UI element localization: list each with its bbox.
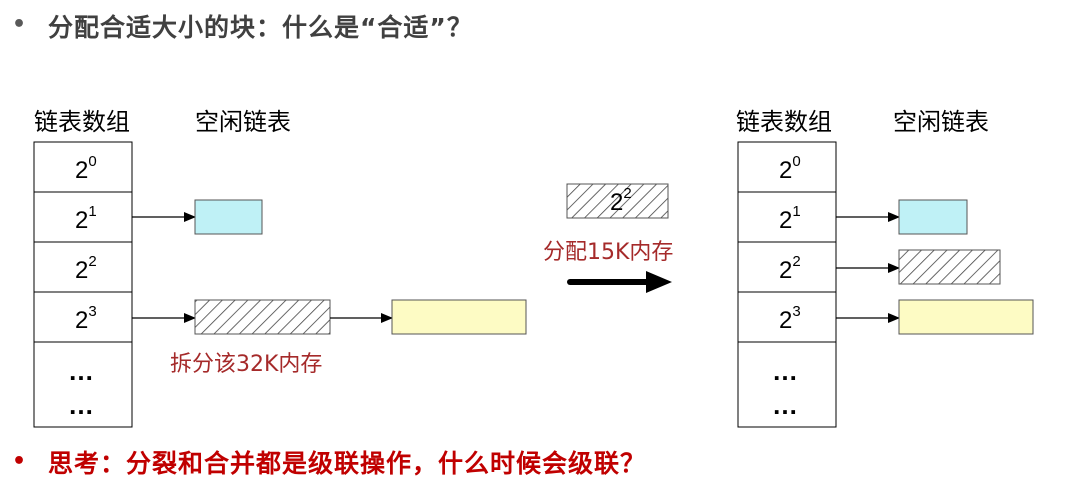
left-yellow-block <box>391 299 527 335</box>
right-hatched-block <box>898 249 1001 285</box>
right-array: 20 21 22 23 … … <box>737 141 837 428</box>
question-bullet: • <box>12 449 27 474</box>
left-ellipsis-1: … <box>68 356 94 386</box>
right-ellipsis-2: … <box>772 390 798 420</box>
right-ellipsis-1: … <box>772 356 798 386</box>
left-hatched-block <box>194 299 331 335</box>
question-text: 思考：分裂和合并都是级联操作，什么时候会级联？ <box>48 449 647 478</box>
right-yellow-block <box>898 299 1034 335</box>
buddy-diagram: 20 21 22 23 … … 22 20 21 22 23 … … <box>33 141 1034 428</box>
left-ellipsis-2: … <box>68 390 94 420</box>
transition-arrow <box>567 271 672 293</box>
left-cyan-block <box>194 199 263 235</box>
right-cyan-block <box>898 199 968 235</box>
left-array: 20 21 22 23 … … <box>33 141 133 428</box>
